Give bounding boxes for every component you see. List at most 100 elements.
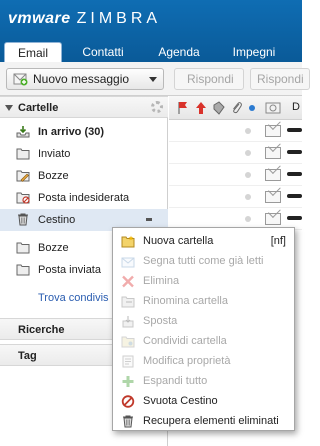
folders-title: Cartelle <box>18 102 59 114</box>
tab-contatti[interactable]: Contatti <box>72 42 134 62</box>
mark-read-icon <box>121 257 135 268</box>
folder-item-inviato[interactable]: Inviato <box>0 143 168 165</box>
menu-item-recover-deleted[interactable]: Recupera elementi eliminati <box>113 412 294 431</box>
redacted-sender <box>287 128 302 132</box>
attachment-column-icon[interactable] <box>231 101 243 115</box>
menu-item-label: Nuova cartella <box>143 235 214 247</box>
folder-label: Bozze <box>38 170 69 182</box>
read-dot-icon[interactable] <box>245 128 251 134</box>
trash-icon <box>18 213 28 226</box>
column-d-header[interactable]: D <box>292 101 300 113</box>
folder-label: Inviato <box>38 148 71 160</box>
searches-title: Ricerche <box>18 324 65 336</box>
menu-item-label: Espandi tutto <box>143 375 208 387</box>
tab-impegni[interactable]: Impegni <box>224 42 284 62</box>
redacted-sender <box>287 172 302 176</box>
menu-item-expand-all[interactable]: Espandi tutto <box>113 372 294 391</box>
redacted-sender <box>287 216 302 220</box>
menu-item-rename-folder[interactable]: Rinomina cartella <box>113 292 294 311</box>
menu-item-label: Svuota Cestino <box>143 395 218 407</box>
redacted-sender <box>287 150 302 154</box>
tag-column-icon[interactable] <box>213 101 225 115</box>
menu-item-edit-properties[interactable]: Modifica proprietà <box>113 352 294 371</box>
move-icon <box>122 316 134 328</box>
collapse-triangle-icon[interactable] <box>5 105 13 111</box>
drafts-icon <box>16 170 30 182</box>
folder-label: Bozze <box>38 242 69 254</box>
logo-vmware: vmware <box>8 10 71 27</box>
menu-item-label: Rinomina cartella <box>143 295 228 307</box>
new-folder-icon <box>121 235 135 248</box>
message-row[interactable] <box>169 186 302 208</box>
folder-item-junk[interactable]: Posta indesiderata <box>0 187 168 209</box>
edit-properties-icon <box>122 355 134 368</box>
menu-item-label: Sposta <box>143 315 178 327</box>
folder-label: In arrivo (30) <box>38 126 105 138</box>
menu-item-label: Condividi cartella <box>143 335 227 347</box>
read-dot-icon[interactable] <box>245 216 251 222</box>
menu-item-label: Modifica proprietà <box>143 355 231 367</box>
menu-item-move[interactable]: Sposta <box>113 312 294 331</box>
folder-label: Posta inviata <box>38 264 101 276</box>
envelope-icon <box>265 213 281 225</box>
junk-icon <box>16 192 30 204</box>
read-dot-icon[interactable] <box>245 194 251 200</box>
new-message-label: Nuovo messaggio <box>33 72 130 86</box>
menu-item-new-folder[interactable]: Nuova cartella [nf] <box>113 232 294 251</box>
rename-folder-icon <box>121 296 135 308</box>
folders-header[interactable]: Cartelle <box>0 96 168 118</box>
app-tabs: Email Contatti Agenda Impegni <box>0 40 302 62</box>
menu-item-mark-all-read[interactable]: Segna tutti come già letti <box>113 252 294 271</box>
menu-item-label: Elimina <box>143 275 180 287</box>
message-type-column-icon[interactable] <box>265 101 281 115</box>
inbox-icon <box>16 126 30 138</box>
tab-email[interactable]: Email <box>4 42 62 62</box>
menu-item-empty-trash[interactable]: Svuota Cestino <box>113 392 294 411</box>
tags-title: Tag <box>18 350 37 362</box>
folder-label: Posta indesiderata <box>38 192 130 204</box>
folder-label: Cestino <box>38 214 76 226</box>
tab-agenda[interactable]: Agenda <box>150 42 208 62</box>
folder-item-inbox[interactable]: In arrivo (30) <box>0 121 168 143</box>
message-row[interactable] <box>169 120 302 142</box>
redacted-sender <box>287 194 302 198</box>
find-shares-link[interactable]: Trova condivis <box>38 292 109 304</box>
menu-item-label: Segna tutti come già letti <box>143 255 264 267</box>
recover-deleted-icon <box>123 415 133 428</box>
read-dot-icon[interactable] <box>245 172 251 178</box>
empty-trash-icon <box>121 395 135 408</box>
envelope-icon <box>265 147 281 159</box>
menu-item-shortcut: [nf] <box>270 235 286 247</box>
reply-button[interactable]: Rispondi <box>174 68 244 90</box>
delete-x-icon <box>122 275 134 288</box>
folder-icon <box>16 264 30 276</box>
folder-item-bozze[interactable]: Bozze <box>0 165 168 187</box>
folder-icon <box>16 242 30 254</box>
priority-column-icon[interactable] <box>195 101 207 115</box>
zimbra-logo: vmware ZIMBRA <box>8 10 161 28</box>
message-row[interactable] <box>169 164 302 186</box>
main-toolbar: Nuovo messaggio Rispondi Rispondi <box>0 62 310 96</box>
share-folder-icon <box>121 336 135 348</box>
menu-item-share-folder[interactable]: Condividi cartella <box>113 332 294 351</box>
new-message-icon <box>13 73 28 86</box>
chevron-down-icon[interactable] <box>149 77 157 82</box>
expand-all-icon <box>122 376 134 387</box>
app-header: vmware ZIMBRA Email Contatti Agenda Impeg… <box>0 0 302 62</box>
logo-zimbra: ZIMBRA <box>76 10 162 27</box>
reply-all-button[interactable]: Rispondi <box>250 68 310 90</box>
read-status-column-icon[interactable] <box>249 105 255 111</box>
flag-column-icon[interactable] <box>177 101 189 115</box>
envelope-icon <box>265 191 281 203</box>
envelope-icon <box>265 169 281 181</box>
folder-icon <box>16 148 30 160</box>
read-dot-icon[interactable] <box>245 150 251 156</box>
message-row[interactable] <box>169 142 302 164</box>
folder-options-icon[interactable] <box>146 218 152 221</box>
menu-item-label: Recupera elementi eliminati <box>143 415 279 427</box>
envelope-icon <box>265 125 281 137</box>
gear-icon[interactable] <box>151 101 163 113</box>
message-list-header: D <box>169 96 302 120</box>
new-message-button[interactable]: Nuovo messaggio <box>6 68 164 90</box>
menu-item-delete[interactable]: Elimina <box>113 272 294 291</box>
